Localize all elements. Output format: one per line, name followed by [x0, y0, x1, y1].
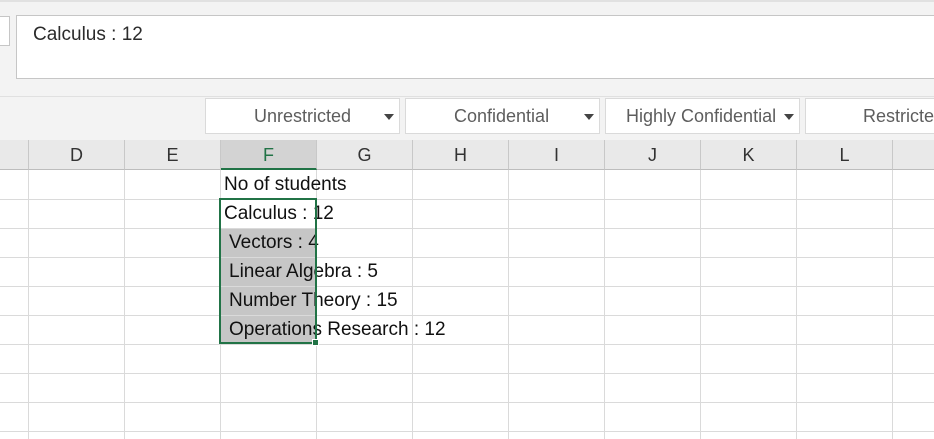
formula-bar-value[interactable]: Calculus : 12 [33, 24, 143, 46]
gridline [124, 170, 125, 439]
column-header-g[interactable]: G [317, 140, 413, 170]
selection-border [219, 198, 317, 344]
gridline [412, 170, 413, 439]
column-header-partial[interactable] [893, 140, 934, 170]
chevron-down-icon[interactable] [384, 114, 394, 120]
column-header-e[interactable]: E [125, 140, 221, 170]
formula-bar[interactable]: Calculus : 12 [16, 15, 934, 79]
gridline [28, 170, 29, 439]
ribbon-edge [0, 0, 934, 2]
column-header-h[interactable]: H [413, 140, 509, 170]
chevron-down-icon[interactable] [584, 114, 594, 120]
sensitivity-dropdown-confidential[interactable]: Confidential [405, 98, 600, 134]
gridline [508, 170, 509, 439]
gridline [0, 228, 934, 229]
worksheet-grid[interactable]: D E F G H I J K L No of students Calculu… [0, 140, 934, 439]
column-header-i[interactable]: I [509, 140, 605, 170]
gridline [0, 431, 934, 432]
sensitivity-dropdown-restricted[interactable]: Restricted [805, 98, 934, 134]
gridline [0, 373, 934, 374]
gridline [796, 170, 797, 439]
cell-f1[interactable]: No of students [224, 170, 347, 199]
fill-handle[interactable] [312, 339, 319, 346]
sensitivity-label: Restricted [863, 106, 934, 126]
column-header-j[interactable]: J [605, 140, 701, 170]
chevron-down-icon[interactable] [784, 114, 794, 120]
column-header-k[interactable]: K [701, 140, 797, 170]
sensitivity-label: Highly Confidential [626, 106, 777, 126]
column-header-f[interactable]: F [221, 140, 317, 170]
gridline [0, 257, 934, 258]
gridline [0, 286, 934, 287]
gridline [0, 199, 934, 200]
column-header-d[interactable]: D [29, 140, 125, 170]
sensitivity-label: Unrestricted [254, 106, 352, 126]
row-header-edge [0, 140, 29, 170]
sensitivity-label: Confidential [454, 106, 550, 126]
gridline [700, 170, 701, 439]
gridline [0, 344, 934, 345]
gridline [892, 170, 893, 439]
sensitivity-dropdown-unrestricted[interactable]: Unrestricted [205, 98, 400, 134]
name-box[interactable] [0, 16, 10, 46]
sensitivity-dropdown-highly-confidential[interactable]: Highly Confidential [605, 98, 800, 134]
gridline [0, 315, 934, 316]
column-header-l[interactable]: L [797, 140, 893, 170]
gridline [0, 402, 934, 403]
gridline [604, 170, 605, 439]
